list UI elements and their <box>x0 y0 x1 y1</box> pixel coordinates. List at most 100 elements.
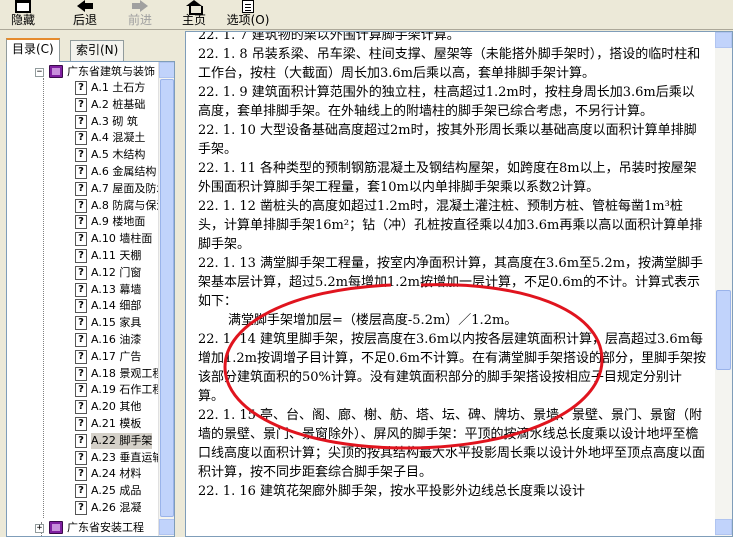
help-page-icon: ? <box>75 81 87 95</box>
collapse-icon[interactable]: − <box>35 68 44 77</box>
tree-item-label: A.22 脚手架 <box>91 432 153 449</box>
tree-item-label: A.6 金属结构 <box>91 165 157 178</box>
tab-contents[interactable]: 目录(C) <box>6 38 60 62</box>
help-page-icon: ? <box>75 450 87 465</box>
tree-item-label: A.24 材料 <box>91 467 142 481</box>
tab-index[interactable]: 索引(N) <box>70 40 125 61</box>
help-page-icon: ? <box>75 165 87 179</box>
tree-scrollbar[interactable] <box>158 62 174 536</box>
tree-item[interactable]: ? A.2 桩基础 <box>7 97 157 113</box>
help-page-icon: ? <box>75 198 87 213</box>
help-page-icon: ? <box>75 366 87 381</box>
tree-root-item[interactable]: − 广东省建筑与装饰 <box>7 64 157 80</box>
tree-item[interactable]: ? A.11 天棚 <box>7 248 157 264</box>
content-pane: 22. 1. 7 建筑物的栗以外围计算脚手架计算。 22. 1. 8 吊装系梁、… <box>185 31 733 537</box>
paragraph: 22. 1. 15 亭、台、阁、廊、榭、舫、塔、坛、碑、牌坊、景墙、景壁、景门、… <box>198 408 706 480</box>
help-page-icon: ? <box>75 249 87 263</box>
tree-item-label: A.9 楼地面 <box>91 215 146 229</box>
formula-line: 满堂脚手架增加层=（楼层高度-5.2m）／1.2m。 <box>228 313 518 328</box>
tree-item-label: A.8 防腐与保温 <box>91 198 168 212</box>
help-page-icon: ? <box>75 433 87 448</box>
help-page-icon: ? <box>75 131 87 146</box>
home-button[interactable]: 主页 <box>177 0 211 30</box>
tree-item-label: A.2 桩基础 <box>91 97 146 111</box>
tree-item[interactable]: ? A.13 幕墙 <box>7 282 157 298</box>
content-scrollbar[interactable] <box>715 32 732 536</box>
tree-item-label: A.17 广告 <box>91 349 142 363</box>
help-page-icon: ? <box>75 349 87 364</box>
tree-item[interactable]: ? A.9 楼地面 <box>7 214 157 230</box>
tree-item[interactable]: ? A.4 混凝土 <box>7 130 157 146</box>
tree-item-label: A.11 天棚 <box>91 249 142 262</box>
content-scroll-down-button[interactable] <box>715 519 732 535</box>
tree-item[interactable]: ? A.25 成品 <box>7 483 157 499</box>
help-page-icon: ? <box>75 383 87 398</box>
tree-item[interactable]: ? A.6 金属结构 <box>7 164 157 180</box>
tree-item[interactable]: ? A.19 石作工程 <box>7 382 163 398</box>
tree-item[interactable]: ? A.15 家具 <box>7 315 157 331</box>
tree-root-item[interactable]: + 广东省安装工程 <box>7 520 157 536</box>
help-page-icon: ? <box>75 417 87 431</box>
tree-scroll-up-button[interactable] <box>159 62 174 78</box>
tree-item-label: A.4 混凝土 <box>91 131 146 145</box>
help-page-icon: ? <box>75 215 87 230</box>
tree-item[interactable]: ? A.20 其他 <box>7 399 157 415</box>
tree-root-label: 广东省建筑与装饰 <box>67 65 155 78</box>
paragraph: 22. 1. 8 吊装系梁、吊车梁、柱间支撑、屋架等（未能搭外脚手架时），搭设的… <box>198 47 701 81</box>
paragraph: 22. 1. 16 建筑花架廊外脚手架，按水平投影外边线总长度乘以设计 <box>198 484 586 499</box>
hide-button[interactable]: 隐藏 <box>6 0 40 30</box>
options-button[interactable]: 选项(O) <box>225 0 271 30</box>
help-page-icon: ? <box>75 316 87 331</box>
content-scroll-thumb[interactable] <box>716 290 731 370</box>
help-page-icon: ? <box>75 299 87 314</box>
contents-tree: − 广东省建筑与装饰? A.1 土石方? A.2 桩基础? A.3 砌 筑? A.4 混凝… <box>6 61 175 537</box>
tree-item-label: A.14 细部 <box>91 299 142 313</box>
help-page-icon: ? <box>75 265 87 280</box>
tree-root-label: 广东省安装工程 <box>67 521 144 534</box>
tree-item-label: A.20 其他 <box>91 400 142 414</box>
help-page-icon: ? <box>75 484 87 499</box>
tree-item[interactable]: ? A.3 砌 筑 <box>7 114 157 130</box>
home-icon <box>186 0 203 15</box>
tree-item[interactable]: ? A.26 混凝 <box>7 500 157 516</box>
paragraph: 22. 1. 10 大型设备基础高度超过2m时，按其外形周长乘以基础高度以面积计… <box>198 123 697 157</box>
tree-item[interactable]: ? A.12 门窗 <box>7 265 157 281</box>
help-page-icon: ? <box>75 282 87 297</box>
tree-item[interactable]: ? A.23 垂直运输 <box>7 450 163 466</box>
tree-item[interactable]: ? A.21 模板 <box>7 416 157 432</box>
help-page-icon: ? <box>75 114 87 129</box>
tree-item-label: A.5 木结构 <box>91 148 146 162</box>
tree-scroll-thumb[interactable] <box>160 79 174 517</box>
help-page-icon: ? <box>75 181 87 196</box>
tree-item-label: A.10 墙柱面 <box>91 232 153 246</box>
paragraph: 22. 1. 11 各种类型的预制钢筋混凝土及钢结构屋架，如跨度在8m以上，吊装… <box>198 161 697 195</box>
paragraph: 22. 1. 14 建筑里脚手架，按层高度在3.6m以内按各层建筑面积计算，层高… <box>198 332 707 404</box>
tree-item-label: A.19 石作工程 <box>91 383 164 397</box>
expand-icon[interactable]: + <box>35 524 44 533</box>
back-button[interactable]: 后退 <box>68 0 102 30</box>
tree-item[interactable]: ? A.7 屋面及防水 <box>7 181 167 197</box>
article-body: 22. 1. 7 建筑物的栗以外围计算脚手架计算。 22. 1. 8 吊装系梁、… <box>198 31 707 501</box>
help-page-icon: ? <box>75 148 87 163</box>
tree-item[interactable]: ? A.24 材料 <box>7 466 157 482</box>
tree-item[interactable]: ? A.22 脚手架 <box>7 432 157 449</box>
tree-item[interactable]: ? A.10 墙柱面 <box>7 231 157 247</box>
back-arrow-icon <box>77 0 93 13</box>
book-icon <box>49 521 63 534</box>
content-scroll-up-button[interactable] <box>715 32 732 48</box>
tree-item[interactable]: ? A.16 油漆 <box>7 332 157 348</box>
forward-button[interactable]: 前进 <box>123 0 157 30</box>
tree-scroll-down-button[interactable] <box>159 519 174 535</box>
tree-item[interactable]: ? A.8 防腐与保温 <box>7 198 167 214</box>
tree-item[interactable]: ? A.18 景观工程 <box>7 366 163 382</box>
options-label: 选项(O) <box>226 13 270 27</box>
tree-item-label: A.16 油漆 <box>91 333 142 346</box>
tree-item[interactable]: ? A.5 木结构 <box>7 147 157 163</box>
paragraph: 22. 1. 7 建筑物的栗以外围计算脚手架计算。 <box>198 31 460 43</box>
help-page-icon: ? <box>75 400 87 415</box>
tree-item[interactable]: ? A.1 土石方 <box>7 80 157 96</box>
tree-item[interactable]: ? A.14 细部 <box>7 298 157 314</box>
tree-item[interactable]: ? A.17 广告 <box>7 349 157 365</box>
tree-item-label: A.7 屋面及防水 <box>91 181 168 195</box>
help-page-icon: ? <box>75 232 87 247</box>
